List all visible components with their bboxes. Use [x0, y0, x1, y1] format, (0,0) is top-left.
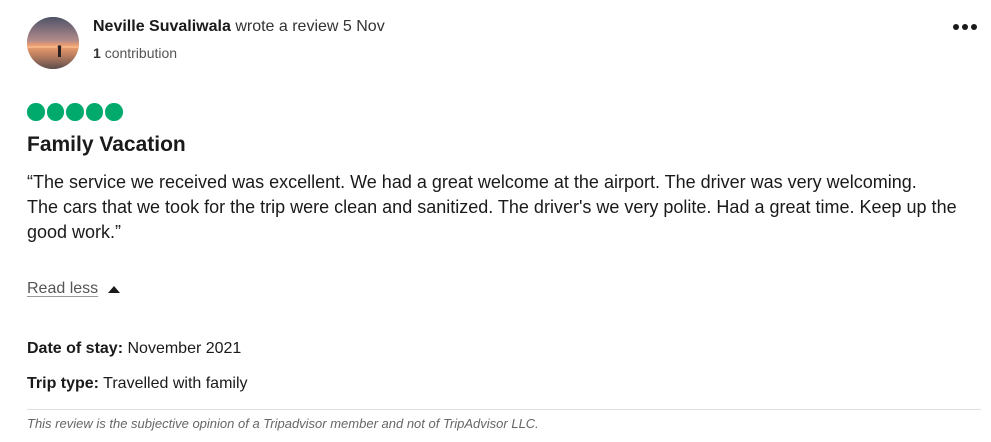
rating-bubble-icon — [46, 103, 64, 121]
trip-type-value: Travelled with family — [103, 375, 248, 392]
author-name-link[interactable]: Neville Suvaliwala — [93, 18, 231, 35]
avatar-photo-icon — [27, 17, 79, 69]
more-options-button[interactable] — [948, 16, 982, 38]
rating-bubble-icon — [105, 103, 123, 121]
read-less-button[interactable]: Read less — [27, 279, 121, 299]
contribution-label: contribution — [104, 45, 178, 61]
trip-type: Trip type: Travelled with family — [27, 374, 248, 394]
review-action-text: wrote a review 5 Nov — [235, 18, 385, 35]
rating-bubbles — [27, 103, 123, 121]
date-of-stay: Date of stay: November 2021 — [27, 339, 241, 359]
more-horizontal-icon-dot — [962, 24, 968, 30]
caret-up-icon — [108, 285, 121, 293]
date-of-stay-value: November 2021 — [127, 340, 242, 357]
contribution-count: 1 contribution — [93, 44, 177, 62]
author-line: Neville Suvaliwala wrote a review 5 Nov — [93, 17, 385, 37]
rating-bubble-icon — [27, 103, 45, 121]
divider — [27, 409, 981, 410]
review-card: Neville Suvaliwala wrote a review 5 Nov … — [0, 0, 991, 442]
review-title[interactable]: Family Vacation — [27, 131, 186, 159]
review-paragraph: “The service we received was excellent. … — [27, 172, 917, 192]
review-body: “The service we received was excellent. … — [27, 170, 977, 245]
read-less-label: Read less — [27, 280, 99, 297]
rating-bubble-icon — [85, 103, 103, 121]
review-paragraph: The cars that we took for the trip were … — [27, 197, 957, 242]
trip-type-label: Trip type: — [27, 375, 100, 392]
avatar[interactable] — [27, 17, 79, 69]
more-horizontal-icon — [953, 24, 959, 30]
contribution-number: 1 — [93, 45, 101, 61]
more-horizontal-icon-dot — [971, 24, 977, 30]
disclaimer-text: This review is the subjective opinion of… — [27, 416, 539, 431]
date-of-stay-label: Date of stay: — [27, 340, 124, 357]
rating-bubble-icon — [66, 103, 84, 121]
